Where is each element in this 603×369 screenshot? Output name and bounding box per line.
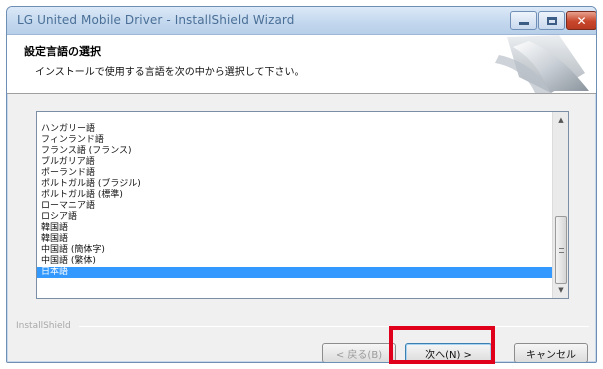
back-button[interactable]: < 戻る(B) — [322, 343, 396, 362]
title-bar[interactable]: LG United Mobile Driver - InstallShield … — [7, 7, 596, 35]
language-list-item[interactable]: ポルトガル語 (標準) — [37, 190, 552, 201]
page-title: 設定言語の選択 — [24, 45, 101, 58]
minimize-icon — [518, 22, 529, 25]
next-button[interactable]: 次へ(N) > — [405, 343, 492, 362]
wizard-header: 設定言語の選択 インストールで使用する言語を次の中から選択して下さい。 — [7, 35, 596, 94]
installshield-wizard-window: LG United Mobile Driver - InstallShield … — [6, 6, 597, 363]
scroll-down-button[interactable]: ▼ — [553, 282, 569, 298]
language-list-item[interactable]: 日本語 — [37, 267, 552, 278]
language-list-item[interactable]: 韓国語 — [37, 234, 552, 245]
language-list-item[interactable]: ローマニア語 — [37, 201, 552, 212]
maximize-button[interactable] — [538, 11, 565, 30]
cancel-button[interactable]: キャンセル — [514, 343, 588, 362]
language-list-item[interactable]: 中国語 (繁体) — [37, 256, 552, 267]
language-list: ハンガリー語 フィンランド語 フランス語 (フランス) ブルガリア語 ポーランド語 ポルト… — [37, 124, 552, 278]
installshield-brand-label: InstallShield — [16, 321, 71, 331]
minimize-button[interactable] — [510, 11, 537, 30]
close-icon: ✕ — [576, 13, 587, 28]
footer-divider — [79, 326, 589, 327]
language-list-item[interactable]: ポルトガル語 (ブラジル) — [37, 179, 552, 190]
grip-icon — [559, 248, 564, 253]
maximize-icon — [546, 16, 557, 25]
language-list-item[interactable]: ロシア語 — [37, 212, 552, 223]
language-listbox[interactable]: ハンガリー語 フィンランド語 フランス語 (フランス) ブルガリア語 ポーランド語 ポルト… — [36, 111, 569, 299]
language-list-item[interactable]: ブルガリア語 — [37, 157, 552, 168]
language-list-item[interactable]: ハンガリー語 — [37, 124, 552, 135]
close-button[interactable]: ✕ — [566, 11, 596, 30]
list-scrollbar[interactable]: ▲ ▼ — [552, 112, 568, 298]
arrow-down-icon: ▼ — [558, 286, 564, 294]
installshield-graphic-icon — [495, 35, 589, 93]
language-list-item[interactable]: 中国語 (簡体字) — [37, 245, 552, 256]
language-list-item[interactable]: ポーランド語 — [37, 168, 552, 179]
language-list-item[interactable]: 韓国語 — [37, 223, 552, 234]
scroll-thumb[interactable] — [555, 216, 567, 284]
page-description: インストールで使用する言語を次の中から選択して下さい。 — [35, 67, 305, 78]
scroll-up-button[interactable]: ▲ — [553, 112, 569, 128]
arrow-up-icon: ▲ — [558, 116, 564, 124]
language-list-item[interactable]: フィンランド語 — [37, 135, 552, 146]
language-list-item[interactable]: フランス語 (フランス) — [37, 146, 552, 157]
window-title: LG United Mobile Driver - InstallShield … — [17, 13, 295, 27]
